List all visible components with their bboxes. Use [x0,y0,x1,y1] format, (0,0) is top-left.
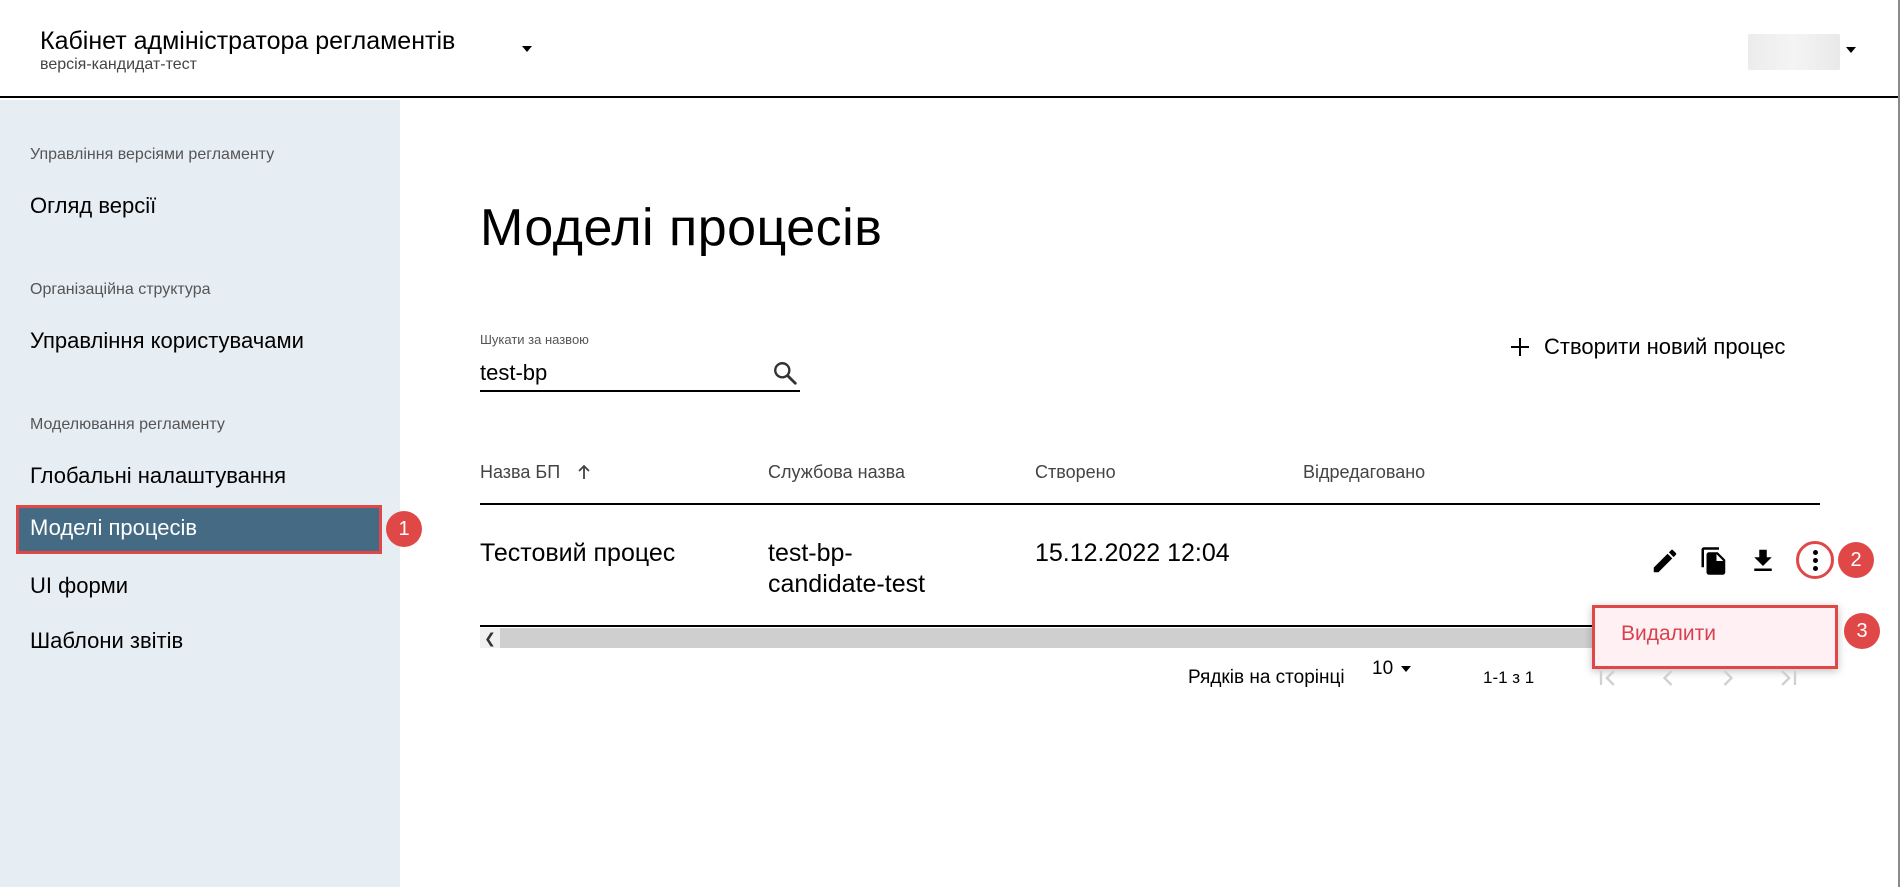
last-page-icon[interactable] [1774,664,1802,692]
sidebar-section-title: Організаційна структура [30,281,211,298]
page: Кабінет адміністратора регламентів версі… [0,0,1900,887]
annotation-badge: 1 [386,511,422,547]
sidebar-item-version-overview[interactable]: Огляд версії [30,193,156,219]
sidebar-item-global-settings[interactable]: Глобальні налаштування [30,463,286,489]
sidebar-item-users[interactable]: Управління користувачами [30,328,304,354]
rows-per-page-select[interactable]: 10 [1372,658,1412,680]
chevron-down-icon[interactable] [1846,47,1856,53]
previous-page-icon[interactable] [1654,664,1682,692]
app-switcher[interactable]: Кабінет адміністратора регламентів версі… [40,26,455,74]
copy-icon[interactable] [1699,546,1729,576]
sidebar-item-process-models[interactable]: Моделі процесів [16,505,382,554]
sidebar-item-report-templates[interactable]: Шаблони звітів [30,628,183,654]
delete-menu-item[interactable]: Видалити [1621,622,1716,646]
search-icon[interactable] [772,360,798,386]
search-label: Шукати за назвою [480,332,589,347]
row-context-menu: Видалити [1592,605,1838,669]
rows-per-page-label: Рядків на сторінці [1188,667,1345,688]
scroll-left-icon[interactable]: ❮ [480,628,500,648]
more-vertical-icon-dot [1812,557,1818,563]
sidebar-item-ui-forms[interactable]: UI форми [30,573,128,599]
column-header-edited[interactable]: Відредаговано [1303,462,1425,483]
column-header-created[interactable]: Створено [1035,462,1116,483]
page-title: Моделі процесів [480,199,883,257]
search-input[interactable] [480,356,800,392]
chevron-down-icon [1401,666,1412,672]
more-vertical-icon-dot [1812,565,1818,571]
pagination-range: 1-1 з 1 [1483,668,1535,687]
more-vertical-icon [1812,549,1818,555]
arrow-up-icon[interactable] [576,463,592,481]
column-header-name[interactable]: Назва БП [480,462,560,483]
sidebar-section-title: Управління версіями регламенту [30,146,275,163]
annotation-badge: 3 [1844,613,1880,649]
app-header: Кабінет адміністратора регламентів версі… [0,0,1900,98]
chevron-down-icon[interactable] [522,46,532,52]
version-name: версія-кандидат-тест [40,56,197,73]
app-title: Кабінет адміністратора регламентів [40,27,456,55]
column-header-service-name[interactable]: Службова назва [768,462,905,483]
first-page-icon[interactable] [1594,664,1622,692]
cell-service-name-line: candidate-test [768,570,926,598]
sidebar: Управління версіями регламенту Огляд вер… [0,100,400,887]
edit-icon[interactable] [1650,546,1680,576]
user-menu[interactable] [1748,34,1840,70]
annotation-badge: 2 [1838,542,1874,578]
cell-created: 15.12.2022 12:04 [1035,539,1230,567]
cell-service-name: test-bp- candidate-test [768,538,925,600]
create-process-button[interactable]: Створити новий процес [1510,330,1785,364]
cell-process-name: Тестовий процес [480,539,676,567]
next-page-icon[interactable] [1714,664,1742,692]
sidebar-section-title: Моделювання регламенту [30,416,225,433]
plus-icon [1510,337,1530,357]
download-icon[interactable] [1748,546,1778,576]
rows-per-page-value: 10 [1372,658,1394,679]
cell-service-name-line: test-bp- [768,539,853,567]
more-options-button[interactable] [1796,541,1834,579]
table-header-divider [480,503,1820,505]
create-process-label: Створити новий процес [1544,334,1786,359]
